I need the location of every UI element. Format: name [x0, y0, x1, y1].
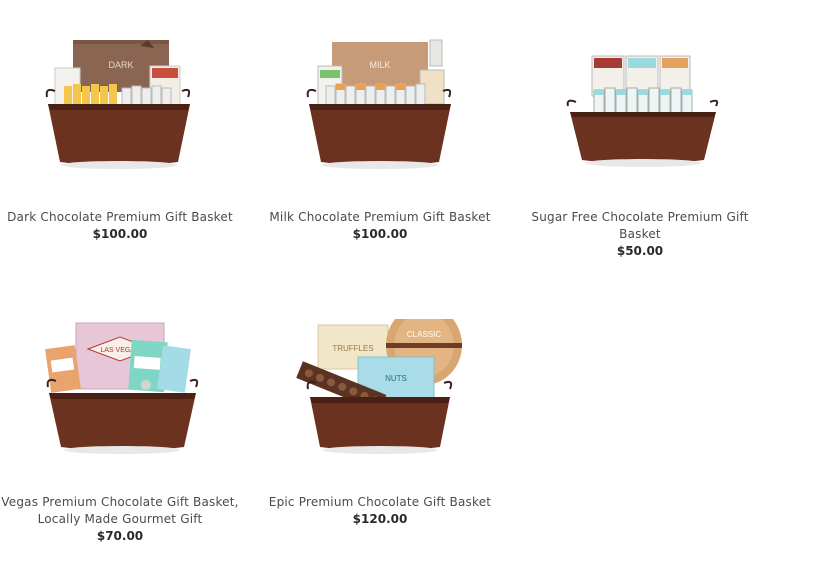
epic-chocolate-basket-image[interactable]: TRUFFLES CLASSIC NUTS: [260, 319, 500, 484]
box-label-2: CLASSIC: [407, 330, 441, 339]
vegas-chocolate-basket-image[interactable]: LAS VEGAS: [0, 319, 240, 484]
product-link[interactable]: TRUFFLES CLASSIC NUTS Epic Premium Choco…: [260, 319, 500, 528]
product-price: $100.00: [352, 227, 408, 241]
sugar-free-chocolate-basket-image[interactable]: [520, 34, 760, 199]
product-card[interactable]: DARK Dark Chocolate Premium Gift Basket …: [0, 34, 240, 243]
product-card[interactable]: LAS VEGAS Vegas Premium Chocolate Gift B…: [0, 319, 240, 545]
product-card[interactable]: Sugar Free Chocolate Premium Gift Basket…: [520, 34, 760, 260]
product-name[interactable]: Vegas Premium Chocolate Gift Basket, Loc…: [0, 494, 240, 528]
product-price: $100.00: [92, 227, 148, 241]
product-price: $70.00: [96, 529, 144, 543]
product-card[interactable]: TRUFFLES CLASSIC NUTS Epic Premium Choco…: [260, 319, 500, 528]
product-name[interactable]: Milk Chocolate Premium Gift Basket: [260, 209, 500, 226]
product-link[interactable]: LAS VEGAS Vegas Premium Chocolate Gift B…: [0, 319, 240, 545]
product-name[interactable]: Dark Chocolate Premium Gift Basket: [0, 209, 240, 226]
product-grid: DARK Dark Chocolate Premium Gift Basket …: [0, 0, 815, 569]
milk-chocolate-basket-image[interactable]: MILK: [260, 34, 500, 199]
box-label: DARK: [108, 60, 133, 70]
product-card[interactable]: MILK Milk Chocolate Premium Gift Basket …: [260, 34, 500, 243]
product-price: $50.00: [616, 244, 664, 258]
dark-chocolate-basket-image[interactable]: DARK: [0, 34, 240, 199]
product-price: $120.00: [352, 512, 408, 526]
box-label: TRUFFLES: [332, 344, 373, 353]
box-label: MILK: [369, 60, 390, 70]
product-name[interactable]: Epic Premium Chocolate Gift Basket: [260, 494, 500, 511]
product-name[interactable]: Sugar Free Chocolate Premium Gift Basket: [520, 209, 760, 243]
box-label-3: NUTS: [385, 374, 407, 383]
product-link[interactable]: MILK Milk Chocolate Premium Gift Basket …: [260, 34, 500, 243]
product-link[interactable]: Sugar Free Chocolate Premium Gift Basket…: [520, 34, 760, 260]
product-link[interactable]: DARK Dark Chocolate Premium Gift Basket …: [0, 34, 240, 243]
